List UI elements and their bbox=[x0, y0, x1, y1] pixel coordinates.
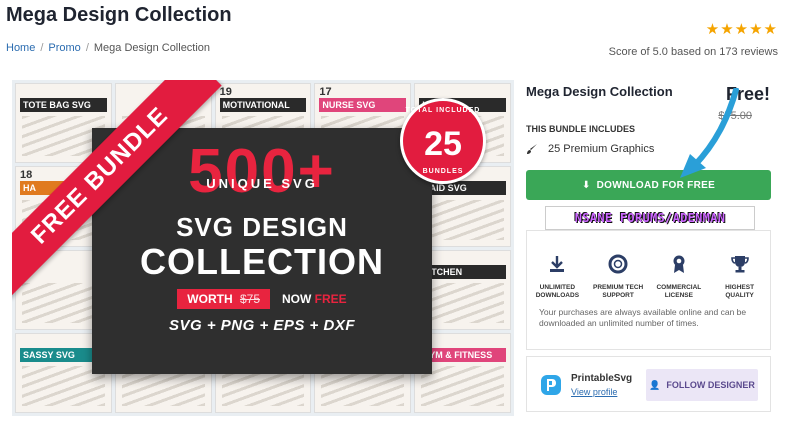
includes-item: 25 Premium Graphics bbox=[526, 143, 654, 155]
breadcrumb-current: Mega Design Collection bbox=[93, 42, 211, 54]
promo-worth: WORTH $75 bbox=[177, 289, 270, 309]
view-profile-link[interactable]: View profile bbox=[571, 387, 617, 397]
promo-now-free: FREE bbox=[314, 292, 347, 306]
page-title: Mega Design Collection bbox=[6, 4, 232, 26]
tile-number: 17 bbox=[319, 86, 332, 98]
download-arrow-icon: ⬇ bbox=[581, 179, 591, 191]
feature-tech-support: PREMIUM TECH SUPPORT bbox=[589, 253, 647, 300]
trophy-icon bbox=[730, 256, 749, 273]
tile-number: 18 bbox=[20, 169, 33, 182]
feature-highest-quality: HIGHEST QUALITY bbox=[711, 253, 769, 300]
bundle-count-badge: TOTAL INCLUDED 25 BUNDLES bbox=[400, 98, 486, 184]
tile-artwork bbox=[421, 366, 504, 406]
includes-heading: THIS BUNDLE INCLUDES bbox=[526, 124, 636, 134]
feature-label: HIGHEST QUALITY bbox=[725, 284, 755, 299]
includes-item-label: 25 Premium Graphics bbox=[548, 143, 655, 155]
award-icon bbox=[673, 255, 685, 273]
promo-worth-price: $75 bbox=[239, 292, 260, 306]
rating: ★★★★★ Score of 5.0 based on 173 reviews bbox=[608, 22, 778, 59]
badge-ring-top-text: TOTAL INCLUDED bbox=[405, 107, 481, 114]
features-note: Your purchases are always available onli… bbox=[539, 307, 747, 328]
promo-line1: SVG DESIGN bbox=[176, 212, 348, 242]
feature-label: COMMERCIAL LICENSE bbox=[656, 284, 702, 299]
promo-worth-label: WORTH bbox=[187, 292, 233, 306]
download-icon bbox=[550, 256, 565, 272]
breadcrumb-home[interactable]: Home bbox=[6, 42, 35, 54]
add-user-icon: 👤 bbox=[649, 379, 661, 390]
promo-now-label: NOW bbox=[282, 292, 312, 306]
breadcrumb-promo[interactable]: Promo bbox=[48, 42, 80, 54]
tile-artwork bbox=[421, 282, 504, 323]
features-row: UNLIMITED DOWNLOADS PREMIUM TECH SUPPORT… bbox=[527, 253, 770, 300]
brush-icon bbox=[527, 144, 537, 154]
follow-designer-button[interactable]: 👤 FOLLOW DESIGNER bbox=[646, 369, 758, 401]
lifebuoy-icon bbox=[608, 254, 628, 274]
designer-card: PrintableSvg View profile 👤 FOLLOW DESIG… bbox=[526, 356, 771, 412]
feature-commercial-license: COMMERCIAL LICENSE bbox=[650, 253, 708, 300]
promo-line2: COLLECTION bbox=[140, 241, 384, 282]
promo-unique-text: UNIQUE SVG bbox=[206, 176, 318, 191]
tile-number: 19 bbox=[219, 86, 232, 98]
breadcrumb: Home / Promo / Mega Design Collection bbox=[6, 42, 210, 54]
designer-logo-icon[interactable] bbox=[539, 373, 563, 397]
download-label: DOWNLOAD FOR FREE bbox=[596, 179, 716, 191]
promo-price-row: WORTH $75 NOW FREE bbox=[92, 289, 432, 309]
promo-formats: SVG + PNG + EPS + DXF bbox=[169, 317, 355, 334]
badge-ring-bottom-text: BUNDLES bbox=[422, 168, 464, 175]
tile-artwork bbox=[421, 199, 504, 240]
follow-label: FOLLOW DESIGNER bbox=[666, 379, 755, 390]
tile-label: TOTE BAG SVG bbox=[20, 98, 107, 112]
breadcrumb-separator: / bbox=[85, 42, 89, 54]
tile-label: MOTIVATIONAL bbox=[219, 98, 307, 112]
breadcrumb-separator: / bbox=[40, 42, 44, 54]
promo-card: 500+ UNIQUE SVG SVG DESIGN COLLECTION WO… bbox=[92, 128, 432, 374]
tile-label: NURSE SVG bbox=[319, 98, 407, 112]
tile-label: GYM & FITNESS bbox=[419, 347, 506, 362]
features-box: UNLIMITED DOWNLOADS PREMIUM TECH SUPPORT… bbox=[526, 230, 771, 350]
promo-now: NOW FREE bbox=[282, 292, 347, 306]
designer-name[interactable]: PrintableSvg bbox=[571, 373, 632, 384]
feature-label: UNLIMITED DOWNLOADS bbox=[535, 284, 580, 299]
feature-unlimited-downloads: UNLIMITED DOWNLOADS bbox=[528, 253, 586, 300]
product-image[interactable]: TOTE BAG SVG19MOTIVATIONAL17NURSE SVGHOL… bbox=[12, 80, 514, 416]
purchase-sidebar: Mega Design Collection Free! $75.00 THIS… bbox=[526, 80, 772, 412]
rating-score-text: Score of 5.0 based on 173 reviews bbox=[608, 46, 778, 58]
pointer-arrow-icon bbox=[680, 88, 739, 178]
rating-stars[interactable]: ★★★★★ bbox=[609, 22, 778, 38]
watermark: NSANE FORUMS/ADENMAN bbox=[545, 206, 755, 230]
feature-label: PREMIUM TECH SUPPORT bbox=[593, 284, 644, 299]
tile-label: KITCHEN bbox=[419, 264, 506, 279]
